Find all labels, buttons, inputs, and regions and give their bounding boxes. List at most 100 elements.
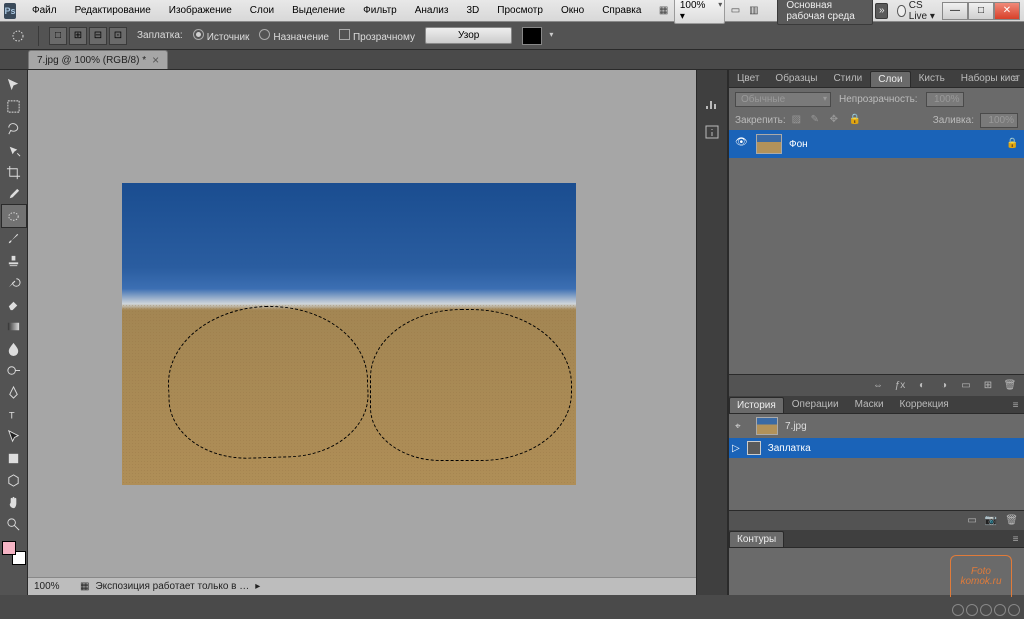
tab-paths[interactable]: Контуры <box>729 531 784 547</box>
pen-tool-icon[interactable] <box>2 381 26 403</box>
menu-analysis[interactable]: Анализ <box>407 3 457 18</box>
new-snapshot-icon[interactable]: 📷 <box>985 515 997 526</box>
history-brush-tool-icon[interactable] <box>2 271 26 293</box>
launch-bridge-icon[interactable]: ▦ <box>655 3 671 19</box>
history-panel-menu-icon[interactable]: ≡ <box>1009 399 1022 412</box>
tab-actions[interactable]: Операции <box>784 396 847 413</box>
menu-view[interactable]: Просмотр <box>489 3 551 18</box>
tab-history[interactable]: История <box>729 397 784 413</box>
dodge-tool-icon[interactable] <box>2 359 26 381</box>
crop-tool-icon[interactable] <box>2 161 26 183</box>
layer-mask-icon[interactable]: ◐ <box>914 380 930 391</box>
layer-visibility-icon[interactable]: 👁 <box>735 137 749 151</box>
link-layers-icon[interactable]: ⇔ <box>870 380 886 391</box>
menu-edit[interactable]: Редактирование <box>67 3 159 18</box>
layers-panel-menu-icon[interactable]: ≡ <box>1009 73 1022 86</box>
menu-layers[interactable]: Слои <box>242 3 282 18</box>
path-select-tool-icon[interactable] <box>2 425 26 447</box>
group-icon[interactable]: ▭ <box>958 380 974 391</box>
pattern-swatch-dropdown[interactable] <box>522 27 542 45</box>
tab-styles[interactable]: Стили <box>825 70 870 87</box>
menu-help[interactable]: Справка <box>594 3 649 18</box>
close-tab-icon[interactable]: × <box>152 53 159 67</box>
lasso-tool-icon[interactable] <box>2 117 26 139</box>
adjustment-layer-icon[interactable]: ◑ <box>936 380 952 391</box>
blend-mode-dropdown[interactable]: Обычные <box>735 92 831 107</box>
history-snapshot-row[interactable]: ⌖ 7.jpg <box>729 414 1024 438</box>
quick-select-tool-icon[interactable] <box>2 139 26 161</box>
marquee-tool-icon[interactable] <box>2 95 26 117</box>
fill-field[interactable]: 100% <box>980 113 1018 128</box>
create-doc-from-state-icon[interactable]: ▭ <box>967 515 976 526</box>
tab-masks[interactable]: Маски <box>847 396 892 413</box>
selection-marquee-2[interactable] <box>370 309 572 461</box>
radio-destination[interactable]: Назначение <box>259 29 329 43</box>
paths-panel-menu-icon[interactable]: ≡ <box>1009 533 1022 546</box>
status-info-arrow-icon[interactable]: ▸ <box>255 581 260 592</box>
zoom-dropdown[interactable]: 100% ▾ <box>674 0 725 24</box>
use-pattern-button[interactable]: Узор <box>425 27 512 44</box>
lock-image-icon[interactable]: ✎ <box>811 114 824 127</box>
tab-brush[interactable]: Кисть <box>911 70 953 87</box>
tab-color[interactable]: Цвет <box>729 70 767 87</box>
history-source-icon[interactable]: ⌖ <box>735 421 749 432</box>
healing-patch-tool-icon[interactable] <box>2 205 26 227</box>
selection-add-icon[interactable]: ⊞ <box>69 27 87 45</box>
status-zoom[interactable]: 100% <box>34 581 74 592</box>
current-tool-patch-icon[interactable] <box>8 26 28 46</box>
dock-info-icon[interactable] <box>702 122 722 142</box>
radio-source[interactable]: Источник <box>193 29 250 43</box>
hand-tool-icon[interactable] <box>2 491 26 513</box>
canvas-workspace[interactable]: 100% ▦ Экспозиция работает только в … ▸ <box>28 70 696 595</box>
window-maximize-icon[interactable]: □ <box>968 2 994 20</box>
status-doc-icon[interactable]: ▦ <box>80 581 89 592</box>
gradient-tool-icon[interactable] <box>2 315 26 337</box>
document-canvas[interactable] <box>122 183 576 485</box>
stamp-tool-icon[interactable] <box>2 249 26 271</box>
move-tool-icon[interactable] <box>2 73 26 95</box>
menu-select[interactable]: Выделение <box>284 3 353 18</box>
document-tab[interactable]: 7.jpg @ 100% (RGB/8) * × <box>28 50 168 69</box>
arrange-docs-icon[interactable]: ▥ <box>746 3 762 19</box>
workspace-button[interactable]: Основная рабочая среда <box>777 0 873 25</box>
type-tool-icon[interactable]: T <box>2 403 26 425</box>
dock-histogram-icon[interactable] <box>702 94 722 114</box>
brush-tool-icon[interactable] <box>2 227 26 249</box>
new-layer-icon[interactable]: ⊞ <box>980 380 996 391</box>
window-minimize-icon[interactable]: — <box>942 2 968 20</box>
layer-thumbnail[interactable] <box>756 134 782 154</box>
window-close-icon[interactable]: ✕ <box>994 2 1020 20</box>
screen-mode-icon[interactable]: ▭ <box>727 3 743 19</box>
selection-subtract-icon[interactable]: ⊟ <box>89 27 107 45</box>
eraser-tool-icon[interactable] <box>2 293 26 315</box>
shape-tool-icon[interactable] <box>2 447 26 469</box>
cs-live-button[interactable]: CS Live ▾ <box>897 0 936 22</box>
checkbox-transparent[interactable]: Прозрачному <box>339 29 415 43</box>
history-step-row[interactable]: ▷ Заплатка <box>729 438 1024 458</box>
selection-new-icon[interactable]: □ <box>49 27 67 45</box>
lock-transparent-icon[interactable]: ▨ <box>792 114 805 127</box>
delete-layer-icon[interactable]: 🗑 <box>1002 380 1018 391</box>
color-swatches[interactable] <box>2 541 26 565</box>
layer-lock-icon[interactable]: 🔒 <box>1006 138 1018 150</box>
lock-position-icon[interactable]: ✥ <box>830 114 843 127</box>
3d-tool-icon[interactable] <box>2 469 26 491</box>
menu-image[interactable]: Изображение <box>161 3 240 18</box>
blur-tool-icon[interactable] <box>2 337 26 359</box>
eyedropper-tool-icon[interactable] <box>2 183 26 205</box>
tab-adjustments[interactable]: Коррекция <box>892 396 957 413</box>
tab-swatches[interactable]: Образцы <box>767 70 825 87</box>
foreground-color[interactable] <box>2 541 16 555</box>
zoom-tool-icon[interactable] <box>2 513 26 535</box>
lock-all-icon[interactable]: 🔒 <box>849 114 862 127</box>
menu-file[interactable]: Файл <box>24 3 65 18</box>
layer-fx-icon[interactable]: ƒx <box>892 380 908 391</box>
opacity-field[interactable]: 100% <box>926 92 964 107</box>
workspace-more-icon[interactable]: » <box>875 3 888 19</box>
layer-row-background[interactable]: 👁 Фон 🔒 <box>729 130 1024 158</box>
delete-state-icon[interactable]: 🗑 <box>1005 515 1018 526</box>
menu-filter[interactable]: Фильтр <box>355 3 405 18</box>
tab-layers[interactable]: Слои <box>870 71 910 87</box>
selection-intersect-icon[interactable]: ⊡ <box>109 27 127 45</box>
layer-name[interactable]: Фон <box>789 139 808 150</box>
